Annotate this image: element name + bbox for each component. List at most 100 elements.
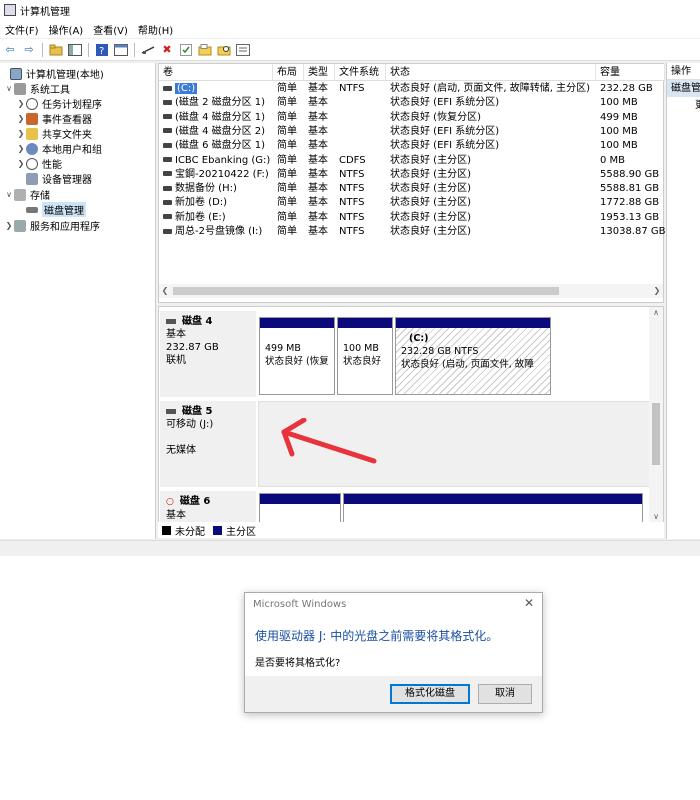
expand-chevron-icon[interactable]: ❯ (16, 114, 26, 123)
volume-cell-type: 基本 (308, 226, 328, 237)
volume-row[interactable]: 周总-2号盘镜像 (I:) 简单 基本 NTFS 状态良好 (主分区) 13038.87 … (159, 225, 665, 239)
tree-item-performance[interactable]: ❯ 性能 (16, 156, 62, 171)
close-icon[interactable]: ✕ (522, 596, 536, 610)
volume-cell-status: 状态良好 (EFI 系统分区) (390, 140, 500, 152)
disk-6-name-row: ○ 磁盘 6 (166, 495, 250, 509)
expand-chevron-icon[interactable]: ❯ (16, 144, 26, 153)
open-folder-icon[interactable] (197, 42, 213, 58)
expand-chevron-icon[interactable]: ❯ (16, 99, 26, 108)
tree-item-storage[interactable]: ∨ 存储 (4, 187, 50, 202)
toolbar-separator (42, 42, 43, 57)
disk-6-label[interactable]: ○ 磁盘 6 基本 (160, 491, 256, 523)
disk-6-partition-2[interactable] (343, 493, 643, 523)
column-header-type[interactable]: 类型 (304, 64, 335, 81)
tree-item-label: 服务和应用程序 (30, 222, 100, 233)
tree-item-event-viewer[interactable]: ❯ 事件查看器 (16, 111, 92, 126)
volume-row[interactable]: 新加卷 (E:) 简单 基本 NTFS 状态良好 (主分区) 1953.13 GB (159, 211, 665, 225)
disk-4-partition-recovery[interactable]: 499 MB 状态良好 (恢复 (259, 317, 335, 395)
forward-arrow-icon[interactable]: ⇨ (21, 42, 37, 58)
delete-icon[interactable]: ✖ (159, 42, 175, 58)
check-icon[interactable] (178, 42, 194, 58)
expand-chevron-icon[interactable]: ❯ (16, 129, 26, 138)
volume-icon (163, 114, 172, 120)
volume-cell-capacity: 13038.87 GB (600, 226, 665, 237)
show-hide-console-tree-icon[interactable] (67, 42, 83, 58)
partition-text: 499 MB 状态良好 (恢复 (265, 342, 332, 368)
volume-cell-volume: 周总-2号盘镜像 (I:) (159, 225, 273, 239)
help-icon[interactable]: ? (94, 42, 110, 58)
scrollbar-thumb[interactable] (173, 287, 559, 295)
volume-cell-filesystem: NTFS (339, 226, 365, 237)
menu-action[interactable]: 操作(A) (44, 22, 89, 37)
volume-row[interactable]: ICBC Ebanking (G:) 简单 基本 CDFS 状态良好 (主分区) 0 MB (159, 154, 665, 168)
volume-row[interactable]: 数据备份 (H:) 简单 基本 NTFS 状态良好 (主分区) 5588.81 GB (159, 182, 665, 196)
disk-4-partition-c[interactable]: (C:) 232.28 GB NTFS 状态良好 (启动, 页面文件, 故障 (395, 317, 551, 395)
volume-row[interactable]: (磁盘 2 磁盘分区 1) 简单 基本 状态良好 (EFI 系统分区) 100 MB (159, 96, 665, 110)
column-header-filesystem[interactable]: 文件系统 (335, 64, 386, 81)
scrollbar-thumb[interactable] (652, 403, 660, 465)
back-arrow-icon[interactable]: ⇦ (2, 42, 18, 58)
properties-icon[interactable] (235, 42, 251, 58)
scroll-left-icon[interactable]: ❮ (159, 284, 171, 298)
menu-view[interactable]: 查看(V) (88, 22, 133, 37)
tree-item-local-users[interactable]: ❯ 本地用户和组 (16, 141, 102, 156)
volume-row[interactable]: (磁盘 4 磁盘分区 2) 简单 基本 状态良好 (EFI 系统分区) 100 MB (159, 125, 665, 139)
vertical-scrollbar[interactable]: ∧ ∨ (649, 307, 663, 523)
menu-file[interactable]: 文件(F) (0, 22, 44, 37)
volume-name: 数据备份 (H:) (175, 183, 237, 195)
volume-cell-type: 基本 (308, 83, 328, 94)
column-header-volume[interactable]: 卷 (159, 64, 273, 81)
disk-icon (166, 318, 176, 324)
column-header-capacity[interactable]: 容量 (596, 64, 665, 81)
unallocated-swatch (162, 525, 171, 535)
volume-cell-layout: 简单 (277, 140, 297, 152)
toolbar: ⇦ ⇨ ? ✖ (0, 39, 700, 61)
tree-item-device-manager[interactable]: 设备管理器 (16, 171, 92, 186)
disk-5-label[interactable]: 磁盘 5 可移动 (J:) 无媒体 (160, 401, 256, 487)
partition-text: (C:) 232.28 GB NTFS 状态良好 (启动, 页面文件, 故障 (401, 332, 548, 371)
volume-row[interactable]: 宝鋼-20210422 (F:) 简单 基本 NTFS 状态良好 (主分区) 5588.9… (159, 168, 665, 182)
column-header-status[interactable]: 状态 (386, 64, 596, 81)
connect-icon[interactable] (140, 42, 156, 58)
tree-item-label: 事件查看器 (42, 115, 92, 126)
volume-row[interactable]: 新加卷 (D:) 简单 基本 NTFS 状态良好 (主分区) 1772.88 GB (159, 196, 665, 210)
tree-item-system-tools[interactable]: ∨ 系统工具 (4, 81, 70, 96)
search-folder-icon[interactable] (216, 42, 232, 58)
tree-item-disk-management[interactable]: 磁盘管理 (16, 202, 86, 217)
expand-chevron-icon[interactable]: ❯ (16, 159, 26, 168)
actions-item-disk-management[interactable]: 磁盘管理 (667, 80, 700, 97)
tree-item-computer-management[interactable]: 计算机管理(本地) (0, 66, 104, 81)
scroll-right-icon[interactable]: ❯ (651, 284, 663, 298)
actions-more[interactable]: 更 (667, 97, 700, 114)
volume-cell-status: 状态良好 (主分区) (390, 154, 471, 166)
collapse-chevron-icon[interactable]: ∨ (4, 84, 14, 93)
volume-name: ICBC Ebanking (G:) (175, 154, 271, 166)
menu-help[interactable]: 帮助(H) (133, 22, 178, 37)
volume-row[interactable]: (C:) 简单 基本 NTFS 状态良好 (启动, 页面文件, 故障转储, 主分区) 23… (159, 82, 665, 96)
cancel-button[interactable]: 取消 (478, 684, 532, 704)
volume-row[interactable]: (磁盘 4 磁盘分区 1) 简单 基本 状态良好 (恢复分区) 499 MB (159, 111, 665, 125)
volume-cell-layout: 简单 (277, 125, 297, 137)
primary-partition-bar (260, 494, 340, 504)
volume-name: 新加卷 (E:) (175, 211, 226, 223)
collapse-chevron-icon[interactable]: ∨ (4, 190, 14, 199)
console-view-icon[interactable] (113, 42, 129, 58)
tree-item-shared-folders[interactable]: ❯ 共享文件夹 (16, 126, 92, 141)
column-header-layout[interactable]: 布局 (273, 64, 304, 81)
primary-partition-bar (396, 318, 550, 328)
disk-6-partition-1[interactable] (259, 493, 341, 523)
scroll-up-icon[interactable]: ∧ (649, 307, 663, 319)
up-folder-icon[interactable] (48, 42, 64, 58)
dialog-title: Microsoft Windows (253, 599, 347, 610)
horizontal-scrollbar[interactable]: ❮ ❯ (159, 284, 663, 298)
volume-row[interactable]: (磁盘 6 磁盘分区 1) 简单 基本 状态良好 (EFI 系统分区) 100 MB (159, 139, 665, 153)
volume-icon (163, 99, 172, 105)
disk-4-label[interactable]: 磁盘 4 基本 232.87 GB 联机 (160, 311, 256, 397)
disk-5-status: 无媒体 (166, 445, 196, 456)
tree-item-services-apps[interactable]: ❯ 服务和应用程序 (4, 218, 100, 233)
format-disk-button[interactable]: 格式化磁盘 (390, 684, 470, 704)
tree-item-task-scheduler[interactable]: ❯ 任务计划程序 (16, 96, 102, 111)
disk-4-partition-efi[interactable]: 100 MB 状态良好 (337, 317, 393, 395)
volume-cell-type: 基本 (308, 97, 328, 109)
expand-chevron-icon[interactable]: ❯ (4, 221, 14, 230)
